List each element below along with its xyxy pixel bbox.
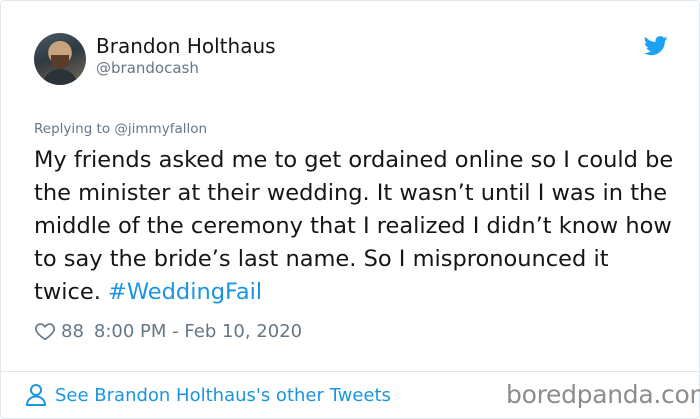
hashtag-link[interactable]: #WeddingFail (108, 279, 262, 305)
author-handle[interactable]: @brandocash (96, 59, 199, 77)
reply-mention-link[interactable]: @jimmyfallon (114, 121, 207, 137)
like-count[interactable]: 88 (61, 321, 84, 342)
avatar[interactable] (34, 33, 86, 85)
see-other-tweets-label: See Brandon Holthaus's other Tweets (55, 384, 391, 406)
author-display-name[interactable]: Brandon Holthaus (96, 34, 276, 58)
twitter-bird-icon[interactable] (644, 36, 668, 56)
tweet-timestamp[interactable]: 8:00 PM - Feb 10, 2020 (94, 321, 302, 342)
tweet-text: My friends asked me to get ordained onli… (34, 144, 674, 309)
reply-prefix: Replying to (34, 121, 115, 137)
reply-context: Replying to @jimmyfallon (34, 121, 207, 137)
tweet-meta: 88 8:00 PM - Feb 10, 2020 (34, 319, 302, 343)
person-icon (25, 384, 47, 406)
watermark: boredpanda.com (506, 380, 700, 409)
footer-divider (1, 371, 700, 372)
heart-icon[interactable] (34, 320, 56, 342)
tweet-card: Brandon Holthaus @brandocash Replying to… (0, 0, 700, 419)
see-other-tweets-link[interactable]: See Brandon Holthaus's other Tweets (25, 383, 391, 407)
avatar-body (42, 69, 78, 85)
avatar-beard (51, 55, 69, 69)
